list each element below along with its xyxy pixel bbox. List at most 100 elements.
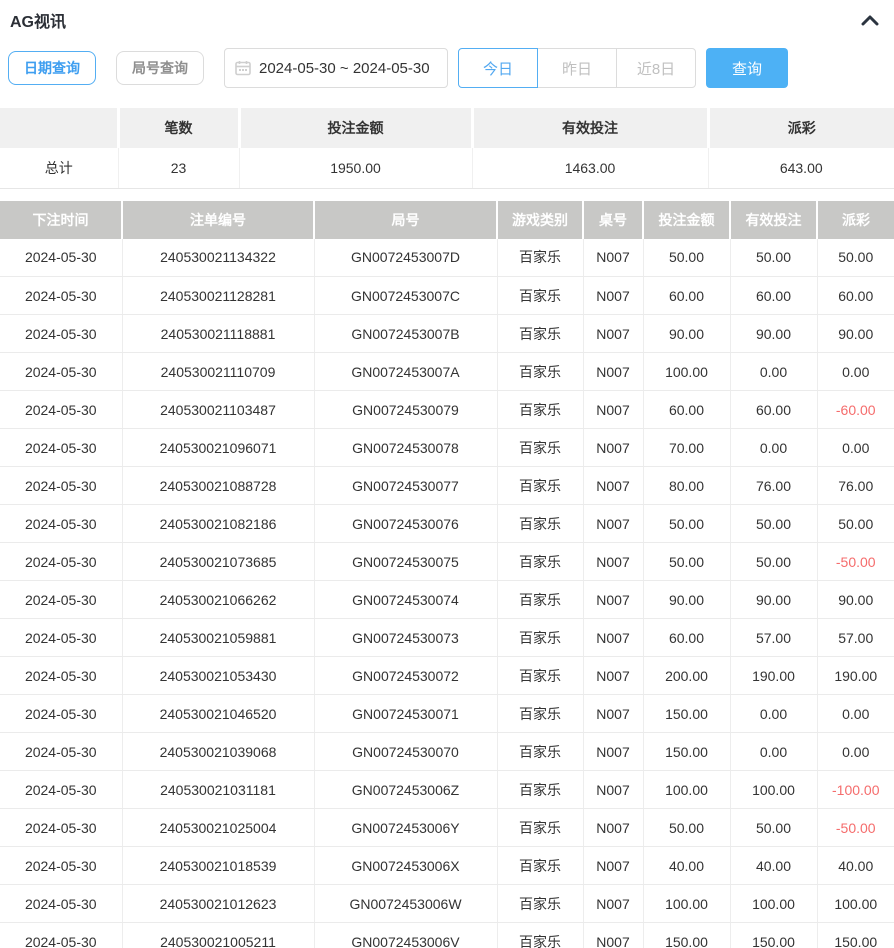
table-cell: 60.00 (643, 277, 730, 315)
round-query-tab[interactable]: 局号查询 (116, 51, 204, 85)
table-cell: 190.00 (730, 657, 817, 695)
table-cell: 150.00 (730, 923, 817, 948)
bet-record-row: 2024-05-30240530021110709GN0072453007A百家… (0, 353, 894, 391)
table-cell: 40.00 (730, 847, 817, 885)
table-cell: 240530021118881 (122, 315, 314, 353)
table-cell: 百家乐 (497, 885, 583, 923)
table-cell: 60.00 (730, 391, 817, 429)
table-cell: 2024-05-30 (0, 847, 122, 885)
bet-record-row: 2024-05-30240530021073685GN00724530075百家… (0, 543, 894, 581)
bet-record-row: 2024-05-30240530021039068GN00724530070百家… (0, 733, 894, 771)
table-cell: 1950.00 (239, 148, 472, 188)
date-range-input[interactable]: 2024-05-30 ~ 2024-05-30 (224, 48, 448, 88)
table-cell: 2024-05-30 (0, 619, 122, 657)
bet-record-row: 2024-05-30240530021128281GN0072453007C百家… (0, 277, 894, 315)
detail-header-round-id: 局号 (314, 201, 497, 239)
table-cell: 2024-05-30 (0, 315, 122, 353)
table-cell: 100.00 (643, 885, 730, 923)
table-cell: 240530021096071 (122, 429, 314, 467)
table-cell: 76.00 (730, 467, 817, 505)
table-cell: 百家乐 (497, 581, 583, 619)
date-query-tab[interactable]: 日期查询 (8, 51, 96, 85)
table-cell: 240530021082186 (122, 505, 314, 543)
table-cell: 240530021110709 (122, 353, 314, 391)
bet-record-row: 2024-05-30240530021025004GN0072453006Y百家… (0, 809, 894, 847)
table-cell: N007 (583, 695, 643, 733)
table-cell: 240530021073685 (122, 543, 314, 581)
table-cell: N007 (583, 923, 643, 948)
table-cell: 23 (118, 148, 239, 188)
table-cell: 0.00 (817, 353, 894, 391)
table-cell: N007 (583, 429, 643, 467)
table-cell: N007 (583, 543, 643, 581)
table-cell: 50.00 (643, 239, 730, 277)
quick-range-group: 今日 昨日 近8日 (458, 48, 696, 88)
table-cell: GN00724530078 (314, 429, 497, 467)
table-cell: 50.00 (730, 505, 817, 543)
table-cell: GN0072453007B (314, 315, 497, 353)
table-cell: GN00724530079 (314, 391, 497, 429)
table-cell: GN00724530071 (314, 695, 497, 733)
bet-record-row: 2024-05-30240530021082186GN00724530076百家… (0, 505, 894, 543)
bet-record-row: 2024-05-30240530021134322GN0072453007D百家… (0, 239, 894, 277)
table-cell: 2024-05-30 (0, 771, 122, 809)
table-cell: 百家乐 (497, 277, 583, 315)
table-cell: 150.00 (643, 733, 730, 771)
table-cell: N007 (583, 467, 643, 505)
chevron-up-icon (861, 14, 879, 26)
table-cell: 2024-05-30 (0, 391, 122, 429)
table-cell: 57.00 (817, 619, 894, 657)
detail-header-bet-id: 注单编号 (122, 201, 314, 239)
table-cell: 2024-05-30 (0, 885, 122, 923)
table-cell: -50.00 (817, 543, 894, 581)
table-cell: GN0072453007A (314, 353, 497, 391)
table-cell: 0.00 (817, 733, 894, 771)
detail-header-bet-time: 下注时间 (0, 201, 122, 239)
bet-record-row: 2024-05-30240530021118881GN0072453007B百家… (0, 315, 894, 353)
table-cell: -100.00 (817, 771, 894, 809)
table-cell: 240530021128281 (122, 277, 314, 315)
table-cell: 50.00 (730, 239, 817, 277)
table-cell: 2024-05-30 (0, 277, 122, 315)
quick-range-last8days[interactable]: 近8日 (616, 48, 696, 88)
table-cell: GN0072453006Z (314, 771, 497, 809)
date-range-value: 2024-05-30 ~ 2024-05-30 (259, 60, 430, 77)
table-cell: 240530021039068 (122, 733, 314, 771)
summary-header-empty (0, 108, 118, 148)
table-cell: 2024-05-30 (0, 467, 122, 505)
search-button[interactable]: 查询 (706, 48, 788, 88)
table-cell: 240530021005211 (122, 923, 314, 948)
detail-header-game-type: 游戏类别 (497, 201, 583, 239)
table-cell: N007 (583, 885, 643, 923)
table-cell: 2024-05-30 (0, 543, 122, 581)
table-cell: GN0072453007C (314, 277, 497, 315)
table-cell: 90.00 (730, 581, 817, 619)
table-cell: 0.00 (730, 353, 817, 391)
table-cell: 240530021053430 (122, 657, 314, 695)
detail-header-table-no: 桌号 (583, 201, 643, 239)
table-cell: 0.00 (730, 695, 817, 733)
quick-range-today[interactable]: 今日 (458, 48, 538, 88)
table-cell: 90.00 (643, 581, 730, 619)
calendar-icon (235, 60, 251, 76)
summary-header-bet-amount: 投注金额 (239, 108, 472, 148)
collapse-panel-button[interactable] (858, 11, 882, 29)
table-cell: 150.00 (817, 923, 894, 948)
table-cell: 百家乐 (497, 429, 583, 467)
table-cell: 2024-05-30 (0, 809, 122, 847)
table-cell: N007 (583, 239, 643, 277)
table-cell: 240530021059881 (122, 619, 314, 657)
table-cell: 60.00 (817, 277, 894, 315)
detail-header-bet-amount: 投注金额 (643, 201, 730, 239)
table-cell: 百家乐 (497, 505, 583, 543)
table-cell: N007 (583, 277, 643, 315)
bet-record-row: 2024-05-30240530021088728GN00724530077百家… (0, 467, 894, 505)
table-cell: 0.00 (730, 429, 817, 467)
bet-record-row: 2024-05-30240530021103487GN00724530079百家… (0, 391, 894, 429)
table-cell: 60.00 (730, 277, 817, 315)
table-cell: 百家乐 (497, 391, 583, 429)
quick-range-yesterday[interactable]: 昨日 (537, 48, 617, 88)
table-cell: 百家乐 (497, 923, 583, 948)
table-cell: 100.00 (643, 353, 730, 391)
table-cell: 2024-05-30 (0, 581, 122, 619)
